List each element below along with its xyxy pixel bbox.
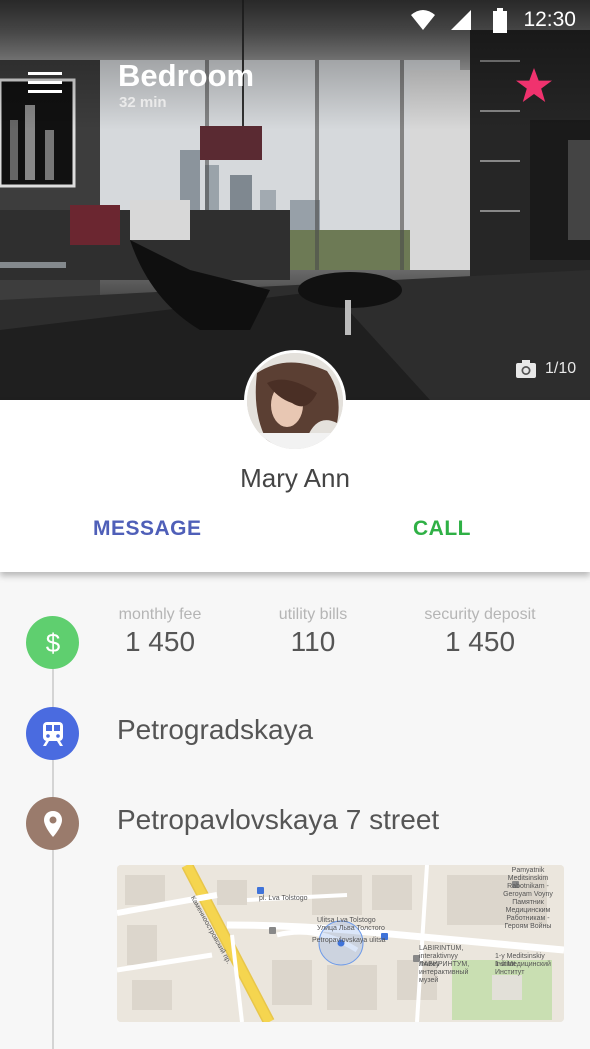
train-icon xyxy=(42,721,63,746)
photo-counter[interactable]: 1/10 xyxy=(515,358,576,380)
battery-icon xyxy=(493,8,507,33)
screen: 12:30 Bedroom 32 min 1/10 Mary Ann MESSA… xyxy=(0,0,590,1049)
fee-monthly: monthly fee 1 450 xyxy=(80,606,240,658)
money-badge: $ xyxy=(26,616,79,669)
location-map[interactable]: Каменноостровский пр. pl. Lva Tolstogo U… xyxy=(117,865,564,1022)
map-label: pl. Lva Tolstogo xyxy=(259,895,308,902)
signal-icon xyxy=(451,10,471,30)
menu-icon-bar xyxy=(28,72,62,75)
avatar[interactable] xyxy=(244,350,346,452)
avatar-image xyxy=(247,353,343,449)
page-title: Bedroom xyxy=(118,58,255,93)
favorite-star-icon[interactable] xyxy=(514,66,554,106)
svg-text:$: $ xyxy=(45,628,60,658)
place-badge xyxy=(26,797,79,850)
map-label: Улица Льва Толстого xyxy=(317,925,385,932)
location-pin-icon xyxy=(43,810,62,837)
map-label: Ulitsa Lva Tolstogo xyxy=(317,917,376,924)
fee-label: utility bills xyxy=(278,606,348,623)
fee-utility: utility bills 110 xyxy=(233,606,393,658)
map-label: Pamyatnik Meditsinskim Rabotnikam - Gero… xyxy=(503,867,553,898)
profile-name: Mary Ann xyxy=(240,463,350,493)
camera-icon xyxy=(516,360,536,378)
map-label: 1-й Медицинский Институт xyxy=(495,961,551,976)
address-street: Petropavlovskaya 7 street xyxy=(117,804,440,835)
photo-counter-text: 1/10 xyxy=(545,360,577,377)
room-photo[interactable] xyxy=(0,0,590,400)
fee-label: security deposit xyxy=(424,606,536,623)
call-button[interactable]: CALL xyxy=(413,517,471,541)
map-label: Petropavlovskaya ulitsa xyxy=(312,937,386,944)
dollar-icon: $ xyxy=(45,628,60,658)
menu-icon[interactable] xyxy=(28,72,62,98)
message-button[interactable]: MESSAGE xyxy=(93,517,202,541)
menu-icon-bar xyxy=(28,81,62,84)
wifi-icon xyxy=(411,10,435,30)
fee-value: 1 450 xyxy=(444,626,516,657)
fee-label: monthly fee xyxy=(118,606,202,623)
menu-icon-bar xyxy=(28,90,62,93)
fee-value: 1 450 xyxy=(124,626,196,657)
metro-station: Petrogradskaya xyxy=(117,714,314,745)
status-time: 12:30 xyxy=(523,8,576,31)
metro-badge xyxy=(26,707,79,760)
status-bar: 12:30 xyxy=(0,0,590,40)
fee-value: 110 xyxy=(290,626,336,657)
map-label: Памятник Медицинским Работникам - Героям… xyxy=(504,899,552,930)
fee-deposit: security deposit 1 450 xyxy=(400,606,560,658)
page-subtitle: 32 min xyxy=(119,94,167,111)
map-label: ЛАБИРИНТУМ, интерактивный музей xyxy=(419,961,470,984)
